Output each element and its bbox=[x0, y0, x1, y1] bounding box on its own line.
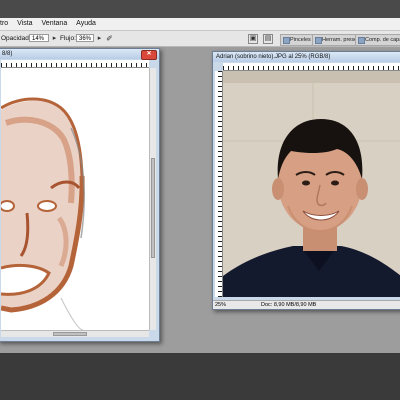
photo-document-window[interactable]: Adrian (sobrino nieto).JPG al 25% (RGB/8… bbox=[212, 51, 400, 310]
menu-item-filtro[interactable]: tro bbox=[0, 18, 8, 30]
opacity-field[interactable]: 14% bbox=[29, 34, 49, 42]
photo-window-title[interactable]: Adrian (sobrino nieto).JPG al 25% (RGB/8… bbox=[213, 52, 400, 62]
screen-mode-icon[interactable]: ▣ bbox=[248, 34, 258, 44]
top-dark-strip bbox=[0, 0, 400, 20]
menu-item-ayuda[interactable]: Ayuda bbox=[76, 18, 96, 30]
airbrush-icon[interactable]: ✐ bbox=[105, 34, 114, 43]
photo-status-bar: 25% Doc: 8,90 MB/8,90 MB bbox=[213, 300, 400, 309]
horizontal-ruler bbox=[223, 63, 400, 71]
vertical-scrollbar[interactable] bbox=[149, 68, 156, 330]
menu-bar: tro Vista Ventana Ayuda bbox=[0, 18, 400, 31]
zoom-level[interactable]: 25% bbox=[215, 301, 226, 309]
portrait-photo bbox=[223, 71, 400, 297]
horizontal-scroll-thumb[interactable] bbox=[53, 332, 87, 336]
menu-item-ventana[interactable]: Ventana bbox=[42, 18, 68, 30]
flow-dropdown-icon[interactable]: ▸ bbox=[95, 34, 104, 43]
opacity-label: Opacidad: bbox=[1, 35, 31, 42]
bottom-dark-area bbox=[0, 353, 400, 400]
opacity-dropdown-icon[interactable]: ▸ bbox=[50, 34, 59, 43]
options-bar: Opacidad: 14% ▸ Flujo: 36% ▸ ✐ ▣ ▤ Pince… bbox=[0, 31, 400, 47]
horizontal-scrollbar[interactable] bbox=[1, 330, 149, 337]
vertical-ruler bbox=[215, 71, 223, 297]
close-icon[interactable]: ✕ bbox=[141, 50, 157, 60]
sketch-window-title[interactable]: 8/8) bbox=[0, 49, 159, 59]
document-size: Doc: 8,90 MB/8,90 MB bbox=[261, 302, 317, 308]
flow-field[interactable]: 36% bbox=[76, 34, 94, 42]
horizontal-ruler bbox=[1, 60, 149, 68]
tab-comp-capas[interactable]: Comp. de capas bbox=[355, 34, 400, 46]
flow-label: Flujo: bbox=[60, 35, 76, 42]
face-sketch bbox=[1, 97, 85, 330]
menu-item-vista[interactable]: Vista bbox=[17, 18, 32, 30]
tab-pinceles[interactable]: Pinceles bbox=[280, 34, 315, 46]
sketch-document-window[interactable]: 8/8) ✕ bbox=[0, 48, 160, 342]
vertical-scroll-thumb[interactable] bbox=[151, 158, 155, 258]
panel-icon[interactable]: ▤ bbox=[263, 34, 273, 44]
sketch-canvas[interactable] bbox=[1, 68, 149, 330]
photo-canvas[interactable] bbox=[223, 71, 400, 297]
